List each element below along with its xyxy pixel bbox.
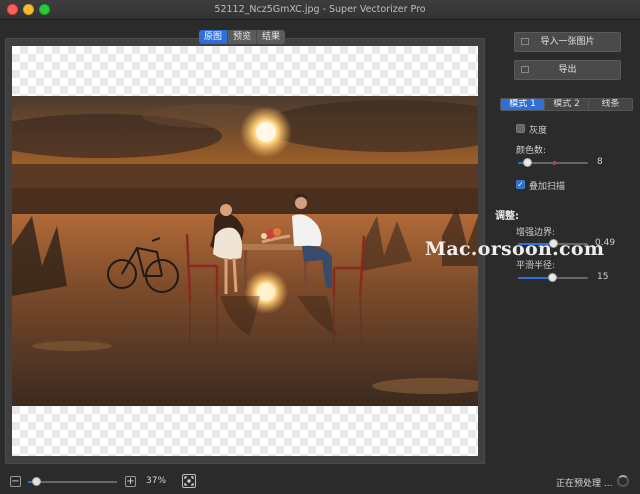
- zoom-percent: 37%: [146, 476, 167, 486]
- colors-label: 颜色数:: [516, 146, 547, 156]
- colors-value: 8: [597, 157, 603, 167]
- import-image-label: 导入一张图片: [540, 37, 595, 47]
- fit-icon-glyph: [184, 476, 194, 486]
- stacked-scan-label: 叠加扫描: [529, 182, 566, 192]
- zoom-slider-knob[interactable]: [32, 477, 41, 486]
- mode-tabs: 模式 1 模式 2 线条: [500, 98, 633, 111]
- export-label: 导出: [558, 65, 577, 75]
- export-button[interactable]: 导出: [514, 60, 621, 80]
- zoom-slider[interactable]: [28, 477, 117, 486]
- smooth-slider-knob[interactable]: [548, 273, 557, 282]
- status-text: 正在预处理 ...: [556, 479, 613, 489]
- adjust-heading: 调整:: [495, 211, 519, 222]
- colors-slider-knob[interactable]: [523, 158, 532, 167]
- edge-label: 增强边界:: [516, 228, 556, 238]
- grayscale-label: 灰度: [529, 126, 548, 136]
- zoom-out-button[interactable]: −: [10, 476, 21, 487]
- stacked-scan-checkbox[interactable]: ✓: [516, 180, 525, 189]
- zoom-in-button[interactable]: +: [125, 476, 136, 487]
- grayscale-checkbox[interactable]: [516, 124, 525, 133]
- source-photo: [12, 96, 478, 406]
- colors-slider[interactable]: [518, 158, 588, 167]
- view-tabs: 原图 预览 结果: [199, 30, 286, 44]
- tab-original[interactable]: 原图: [199, 30, 229, 44]
- window-title: 52112_Ncz5GmXC.jpg - Super Vectorizer Pr…: [214, 4, 426, 15]
- loading-spinner-icon: [617, 475, 629, 487]
- smooth-slider[interactable]: [518, 273, 588, 282]
- bottom-bar: − + 37% 正在预处理 ...: [0, 470, 640, 494]
- tab-result[interactable]: 结果: [257, 30, 285, 44]
- tab-mode-1[interactable]: 模式 1: [501, 99, 545, 110]
- image-preview[interactable]: [12, 46, 478, 456]
- title-bar: 52112_Ncz5GmXC.jpg - Super Vectorizer Pr…: [0, 0, 640, 20]
- import-image-button[interactable]: 导入一张图片: [514, 32, 621, 52]
- watermark: Mac.orsoon.com: [425, 238, 605, 260]
- tab-lines[interactable]: 线条: [589, 99, 632, 110]
- tab-mode-2[interactable]: 模式 2: [545, 99, 589, 110]
- export-icon: [521, 66, 529, 73]
- smooth-slider-fill: [518, 277, 551, 279]
- image-icon: [521, 38, 529, 45]
- colors-slider-marker: [553, 161, 556, 165]
- smooth-value: 15: [597, 272, 609, 282]
- tab-preview[interactable]: 预览: [228, 30, 258, 44]
- fit-to-window-icon[interactable]: [182, 474, 196, 488]
